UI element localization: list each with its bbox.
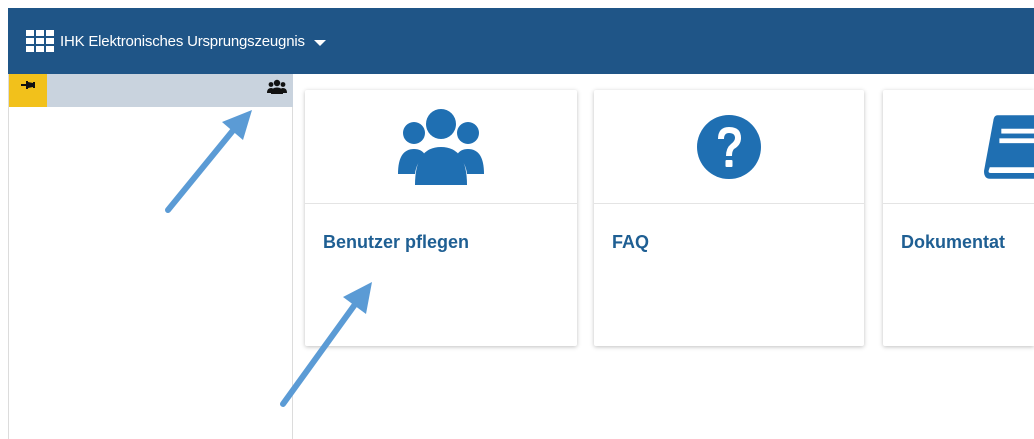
tile-label: Benutzer pflegen bbox=[323, 232, 470, 252]
sidebar bbox=[8, 74, 293, 439]
sidebar-toolbar bbox=[9, 74, 293, 107]
tile-area: Benutzer pflegen FAQ Dokumentat bbox=[294, 74, 1034, 439]
tile-faq[interactable]: FAQ bbox=[594, 90, 864, 346]
pin-button[interactable] bbox=[9, 74, 47, 107]
users-group-button[interactable] bbox=[267, 79, 287, 100]
app-grid-icon[interactable] bbox=[26, 30, 54, 52]
tile-benutzer-pflegen[interactable]: Benutzer pflegen bbox=[305, 90, 577, 346]
tile-label: FAQ bbox=[612, 232, 650, 252]
tile-icon-area bbox=[883, 90, 1034, 204]
tile-icon-area bbox=[594, 90, 864, 204]
pin-icon bbox=[21, 81, 35, 89]
tile-dokumentation[interactable]: Dokumentat bbox=[883, 90, 1034, 346]
caret-down-icon[interactable] bbox=[313, 39, 326, 46]
tile-icon-area bbox=[305, 90, 577, 204]
tile-label: Dokumentat bbox=[901, 232, 1006, 252]
app-header: IHK Elektronisches Ursprungszeugnis bbox=[8, 8, 1034, 74]
users-icon bbox=[398, 108, 484, 185]
users-icon bbox=[267, 79, 287, 94]
book-icon bbox=[984, 114, 1034, 179]
question-circle-icon bbox=[697, 114, 761, 179]
app-title[interactable]: IHK Elektronisches Ursprungszeugnis bbox=[60, 33, 305, 50]
